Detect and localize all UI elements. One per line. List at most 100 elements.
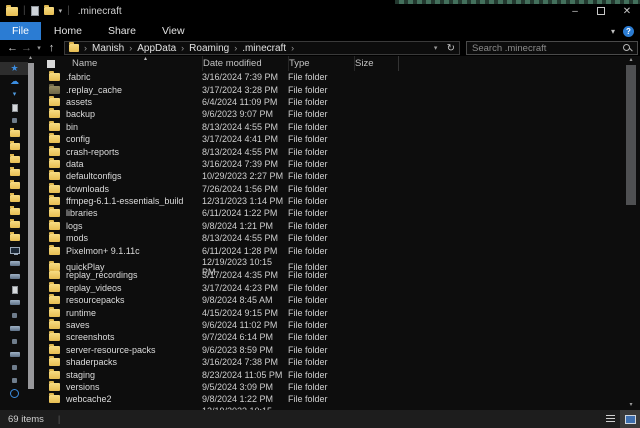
up-button[interactable]: ↑ bbox=[45, 42, 58, 54]
sidebar-tree-item[interactable] bbox=[0, 387, 29, 400]
sidebar-tree-item[interactable] bbox=[0, 322, 29, 335]
table-row[interactable]: screenshots 9/7/2024 6:14 PM File folder bbox=[36, 331, 621, 343]
quick-access-customize-chevron-icon[interactable]: ▾ bbox=[59, 7, 63, 15]
file-name: crash-reports bbox=[66, 147, 202, 157]
folder-icon bbox=[49, 172, 60, 180]
file-name: resourcepacks bbox=[66, 295, 202, 305]
sidebar-tree-item[interactable] bbox=[0, 218, 29, 231]
sidebar-tree-item[interactable]: ★ bbox=[0, 62, 29, 75]
table-row[interactable]: mods 8/13/2024 4:55 PM File folder bbox=[36, 232, 621, 244]
quick-access-new-folder-icon[interactable] bbox=[44, 7, 54, 15]
table-row[interactable]: assets 6/4/2024 11:09 PM File folder bbox=[36, 96, 621, 108]
breadcrumb-segment-roaming[interactable]: Roaming bbox=[189, 43, 229, 54]
sidebar-tree-item[interactable] bbox=[0, 140, 29, 153]
table-row[interactable]: data 3/16/2024 7:39 PM File folder bbox=[36, 158, 621, 170]
sidebar-tree-item[interactable]: ☁ bbox=[0, 75, 29, 88]
table-row[interactable]: versions 9/5/2024 3:09 PM File folder bbox=[36, 381, 621, 393]
breadcrumb-segment-minecraft[interactable]: .minecraft bbox=[242, 43, 286, 54]
file-name: server-resource-packs bbox=[66, 345, 202, 355]
column-header-date-modified[interactable]: Date modified bbox=[202, 56, 288, 71]
quick-access-properties-icon[interactable] bbox=[31, 6, 39, 16]
search-input[interactable]: Search .minecraft bbox=[466, 41, 638, 55]
sidebar-tree-item[interactable] bbox=[0, 348, 29, 361]
file-date-modified: 8/13/2024 4:55 PM bbox=[202, 233, 288, 243]
table-row[interactable]: defaultconfigs 10/29/2023 2:27 PM File f… bbox=[36, 170, 621, 182]
sidebar-tree-item[interactable] bbox=[0, 283, 29, 296]
table-row[interactable]: config 3/17/2024 4:41 PM File folder bbox=[36, 133, 621, 145]
table-row[interactable]: libraries 6/11/2024 1:22 PM File folder bbox=[36, 207, 621, 219]
search-icon[interactable] bbox=[623, 44, 632, 53]
sidebar-tree-item[interactable] bbox=[0, 114, 29, 127]
table-row[interactable]: logs 9/8/2024 1:21 PM File folder bbox=[36, 220, 621, 232]
back-button[interactable]: ← bbox=[6, 42, 19, 54]
sidebar-tree-item[interactable] bbox=[0, 244, 29, 257]
tab-view[interactable]: View bbox=[149, 22, 198, 40]
sidebar-tree-item[interactable] bbox=[0, 231, 29, 244]
column-header-size[interactable]: Size bbox=[354, 56, 398, 71]
table-row[interactable]: saves 9/6/2024 11:02 PM File folder bbox=[36, 319, 621, 331]
table-row[interactable]: shaderpacks 3/16/2024 7:38 PM File folde… bbox=[36, 356, 621, 368]
refresh-icon[interactable]: ↻ bbox=[447, 43, 455, 54]
details-view-button[interactable] bbox=[600, 410, 620, 428]
table-row[interactable]: Pixelmon+ 9.1.11c 6/11/2024 1:28 PM File… bbox=[36, 244, 621, 256]
column-header-type[interactable]: Type bbox=[288, 56, 354, 71]
table-row[interactable]: replay_videos 3/17/2024 4:23 PM File fol… bbox=[36, 282, 621, 294]
table-row[interactable]: quickPlay 12/19/2023 10:15 PM File folde… bbox=[36, 257, 621, 269]
sidebar-tree-item[interactable] bbox=[0, 361, 29, 374]
table-row[interactable]: runtime 4/15/2024 9:15 PM File folder bbox=[36, 306, 621, 318]
sidebar-tree-item[interactable] bbox=[0, 179, 29, 192]
table-row[interactable]: downloads 7/26/2024 1:56 PM File folder bbox=[36, 183, 621, 195]
table-row[interactable]: replay_recordings 3/17/2024 4:35 PM File… bbox=[36, 269, 621, 281]
scroll-down-icon[interactable]: ▾ bbox=[625, 401, 637, 408]
column-header-name[interactable]: Name ▴ bbox=[66, 56, 202, 71]
scroll-up-icon[interactable]: ▴ bbox=[625, 56, 637, 63]
tab-share[interactable]: Share bbox=[95, 22, 149, 40]
table-row[interactable]: server-resource-packs 9/6/2023 8:59 PM F… bbox=[36, 344, 621, 356]
sidebar-tree-item[interactable] bbox=[0, 309, 29, 322]
vertical-scrollbar[interactable]: ▴ ▾ bbox=[621, 56, 640, 410]
table-row[interactable]: .fabric 3/16/2024 7:39 PM File folder bbox=[36, 71, 621, 83]
table-row[interactable]: webcache2 9/8/2024 1:22 PM File folder bbox=[36, 393, 621, 405]
sidebar-tree-item[interactable] bbox=[0, 296, 29, 309]
table-row[interactable]: bin 8/13/2024 4:55 PM File folder bbox=[36, 121, 621, 133]
sidebar-tree-item[interactable] bbox=[0, 153, 29, 166]
tab-home[interactable]: Home bbox=[41, 22, 95, 40]
minimize-ribbon-chevron-icon[interactable]: ▾ bbox=[611, 27, 615, 36]
table-row[interactable]: crash-reports 8/13/2024 4:55 PM File fol… bbox=[36, 145, 621, 157]
recent-locations-chevron-icon[interactable]: ▾ bbox=[34, 44, 44, 52]
sidebar-scroll-up-icon[interactable]: ▴ bbox=[26, 54, 35, 61]
thumbnails-view-button[interactable] bbox=[620, 410, 640, 428]
select-all-checkbox[interactable] bbox=[36, 56, 66, 71]
breadcrumb-segment-manish[interactable]: Manish bbox=[92, 43, 124, 54]
scrollbar-thumb[interactable] bbox=[626, 65, 636, 205]
sidebar-tree-item[interactable] bbox=[0, 205, 29, 218]
tab-file[interactable]: File bbox=[0, 22, 41, 40]
sidebar-tree-item[interactable] bbox=[0, 335, 29, 348]
sidebar-tree-item[interactable] bbox=[0, 166, 29, 179]
file-rows-container: .fabric 3/16/2024 7:39 PM File folder .r… bbox=[36, 71, 621, 410]
breadcrumb[interactable]: › Manish › AppData › Roaming › .minecraf… bbox=[64, 41, 460, 55]
table-row[interactable]: resourcepacks 9/8/2024 8:45 AM File fold… bbox=[36, 294, 621, 306]
help-icon[interactable]: ? bbox=[623, 26, 634, 37]
drive-icon bbox=[10, 352, 20, 357]
sidebar-tree-item[interactable] bbox=[0, 192, 29, 205]
sidebar-scrollbar[interactable]: ▴ bbox=[28, 56, 35, 390]
sidebar-tree-item[interactable]: ▾ bbox=[0, 88, 29, 101]
table-row[interactable]: ffmpeg-6.1.1-essentials_build 12/31/2023… bbox=[36, 195, 621, 207]
breadcrumb-segment-appdata[interactable]: AppData bbox=[137, 43, 176, 54]
forward-button[interactable]: → bbox=[20, 42, 33, 54]
sidebar-tree-item[interactable] bbox=[0, 127, 29, 140]
address-history-chevron-icon[interactable]: ▾ bbox=[431, 44, 441, 52]
table-row[interactable]: backup 9/6/2023 9:07 PM File folder bbox=[36, 108, 621, 120]
breadcrumb-chevron-icon: › bbox=[129, 43, 132, 53]
file-date-modified: 8/13/2024 4:55 PM bbox=[202, 147, 288, 157]
drive-icon bbox=[10, 300, 20, 305]
sidebar-tree-item[interactable] bbox=[0, 270, 29, 283]
table-row[interactable]: staging 8/23/2024 11:05 PM File folder bbox=[36, 368, 621, 380]
sidebar-scrollbar-thumb[interactable] bbox=[28, 63, 34, 389]
table-row[interactable]: .replay_cache 3/17/2024 3:28 PM File fol… bbox=[36, 83, 621, 95]
sidebar-tree-item[interactable] bbox=[0, 101, 29, 114]
folder-icon bbox=[49, 98, 60, 106]
sidebar-tree-item[interactable] bbox=[0, 374, 29, 387]
sidebar-tree-item[interactable] bbox=[0, 257, 29, 270]
